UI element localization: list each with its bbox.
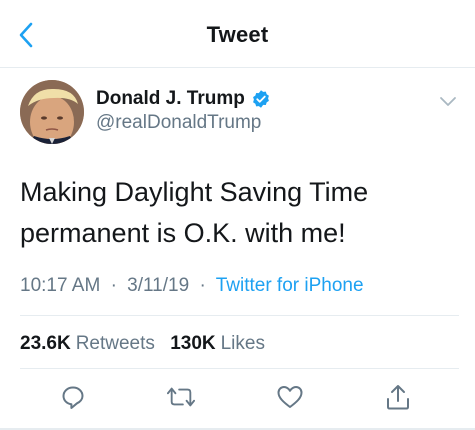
tweet-actions-bar	[0, 383, 475, 415]
verified-badge-icon	[251, 89, 271, 109]
chevron-down-icon	[440, 97, 456, 106]
avatar[interactable]	[20, 80, 84, 144]
tweet-menu-button[interactable]	[437, 92, 459, 112]
retweets-label: Retweets	[75, 333, 155, 354]
tweet-time: 10:17 AM	[20, 275, 101, 296]
retweets-stat[interactable]: 23.6K Retweets	[20, 333, 155, 354]
tweet-text: Making Daylight Saving Time permanent is…	[20, 177, 369, 248]
like-icon[interactable]	[276, 383, 304, 411]
meta-separator: ·	[199, 275, 206, 296]
author-name-row[interactable]: Donald J. Trump	[96, 88, 271, 110]
divider	[20, 315, 459, 316]
author-name: Donald J. Trump	[96, 88, 245, 109]
retweet-icon[interactable]	[167, 383, 195, 411]
page-title: Tweet	[206, 22, 269, 47]
tweet-source-link[interactable]: Twitter for iPhone	[216, 275, 364, 296]
tweet-stats: 23.6K Retweets 130K Likes	[20, 333, 265, 355]
likes-count: 130K	[170, 333, 216, 354]
tweet-detail-screen: Tweet Donald J. Trump @realDonaldTrump M…	[0, 0, 475, 430]
meta-separator: ·	[110, 275, 117, 296]
retweets-count: 23.6K	[20, 333, 71, 354]
divider	[20, 368, 459, 369]
tweet-meta: 10:17 AM · 3/11/19 · Twitter for iPhone	[20, 275, 364, 297]
profile-photo	[20, 80, 84, 144]
tweet-date: 3/11/19	[127, 275, 190, 296]
nav-header: Tweet	[0, 0, 475, 68]
share-icon[interactable]	[384, 383, 412, 411]
likes-stat[interactable]: 130K Likes	[170, 333, 265, 354]
likes-label: Likes	[220, 333, 265, 354]
reply-icon[interactable]	[59, 383, 87, 411]
author-handle[interactable]: @realDonaldTrump	[96, 112, 261, 134]
